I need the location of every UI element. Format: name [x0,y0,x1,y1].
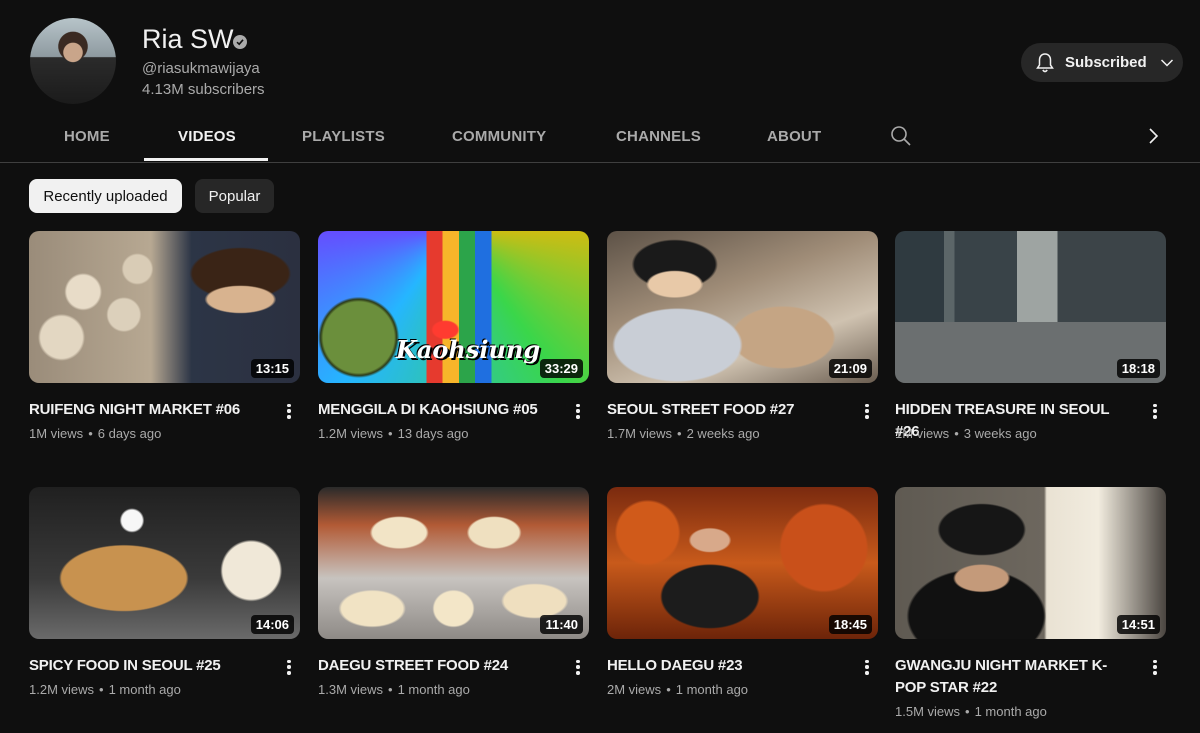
video-meta: 1.2M views • 1 month ago [29,682,181,697]
video-duration: 13:15 [250,359,294,378]
upload-age: 2 weeks ago [686,426,760,441]
video-duration: 14:51 [1116,615,1160,634]
view-count: 1M views [895,426,950,441]
video-title[interactable]: SPICY FOOD IN SEOUL #25 [29,655,269,677]
video-meta: 1.5M views • 1 month ago [895,704,1047,719]
video-title[interactable]: GWANGJU NIGHT MARKET K-POP STAR #22 [895,655,1135,699]
meta-separator: • [965,704,970,719]
upload-age: 1 month ago [675,682,749,697]
channel-avatar[interactable] [30,18,116,104]
active-tab-indicator [144,158,268,161]
video-meta: 1M views • 3 weeks ago [895,426,1037,441]
more-options-icon[interactable] [1151,658,1159,676]
view-count: 1.7M views [607,426,673,441]
upload-age: 13 days ago [397,426,469,441]
video-duration: 14:06 [250,615,294,634]
channel-name: Ria SW [142,24,234,54]
video-duration: 18:45 [828,615,872,634]
tab-home[interactable]: HOME [64,128,110,145]
subscriber-count: 4.13M subscribers [142,81,265,98]
search-icon[interactable] [890,125,912,147]
more-options-icon[interactable] [574,402,582,420]
subscribed-label: Subscribed [1065,54,1147,71]
upload-age: 1 month ago [974,704,1047,719]
meta-separator: • [88,426,93,441]
tab-about[interactable]: ABOUT [767,128,821,145]
view-count: 2M views [607,682,662,697]
more-options-icon[interactable] [285,658,293,676]
video-title[interactable]: DAEGU STREET FOOD #24 [318,655,558,677]
upload-age: 1 month ago [108,682,181,697]
video-meta: 2M views • 1 month ago [607,682,748,697]
view-count: 1.2M views [29,682,95,697]
meta-separator: • [388,426,393,441]
video-title[interactable]: MENGGILA DI KAOHSIUNG #05 [318,399,558,421]
video-thumbnail[interactable]: 18:45 [607,487,878,639]
video-duration: 18:18 [1116,359,1160,378]
video-thumbnail[interactable]: 13:15 [29,231,300,383]
video-thumbnail[interactable]: 14:51 [895,487,1166,639]
view-count: 1.5M views [895,704,961,719]
upload-age: 1 month ago [397,682,470,697]
video-thumbnail[interactable]: 18:18 [895,231,1166,383]
channel-handle: @riasukmawijaya [142,60,260,77]
more-options-icon[interactable] [285,402,293,420]
view-count: 1M views [29,426,84,441]
tab-playlists[interactable]: PLAYLISTS [302,128,385,145]
video-meta: 1.2M views • 13 days ago [318,426,468,441]
video-thumbnail[interactable]: 11:40 [318,487,589,639]
upload-age: 6 days ago [97,426,162,441]
meta-separator: • [677,426,682,441]
more-options-icon[interactable] [863,658,871,676]
video-meta: 1.3M views • 1 month ago [318,682,470,697]
more-options-icon[interactable] [574,658,582,676]
video-title[interactable]: RUIFENG NIGHT MARKET #06 [29,399,269,421]
view-count: 1.3M views [318,682,384,697]
video-title[interactable]: HELLO DAEGU #23 [607,655,847,677]
video-duration: 11:40 [540,615,583,634]
video-thumbnail[interactable]: Kaohsiung 33:29 [318,231,589,383]
meta-separator: • [388,682,393,697]
video-meta: 1.7M views • 2 weeks ago [607,426,760,441]
chevron-right-icon[interactable] [1146,127,1160,145]
channel-tabs: HOME VIDEOS PLAYLISTS COMMUNITY CHANNELS… [0,118,1200,163]
video-duration: 33:29 [539,359,583,378]
tab-channels[interactable]: CHANNELS [616,128,701,145]
meta-separator: • [666,682,671,697]
video-thumbnail[interactable]: 21:09 [607,231,878,383]
meta-separator: • [99,682,104,697]
channel-header: Ria SW @riasukmawijaya 4.13M subscribers… [0,0,1200,118]
chevron-down-icon [1160,58,1173,67]
video-duration: 21:09 [828,359,872,378]
chip-popular[interactable]: Popular [195,179,274,213]
subscribed-button[interactable]: Subscribed [1021,43,1183,82]
meta-separator: • [954,426,959,441]
upload-age: 3 weeks ago [963,426,1037,441]
more-options-icon[interactable] [863,402,871,420]
chip-recently-uploaded[interactable]: Recently uploaded [29,179,182,213]
thumbnail-caption: Kaohsiung [396,335,541,364]
verified-badge-icon [233,35,247,49]
video-meta: 1M views • 6 days ago [29,426,161,441]
video-thumbnail[interactable]: 14:06 [29,487,300,639]
bell-icon [1036,52,1054,72]
tab-videos[interactable]: VIDEOS [178,128,236,145]
more-options-icon[interactable] [1151,402,1159,420]
view-count: 1.2M views [318,426,384,441]
video-title[interactable]: SEOUL STREET FOOD #27 [607,399,847,421]
tab-community[interactable]: COMMUNITY [452,128,546,145]
